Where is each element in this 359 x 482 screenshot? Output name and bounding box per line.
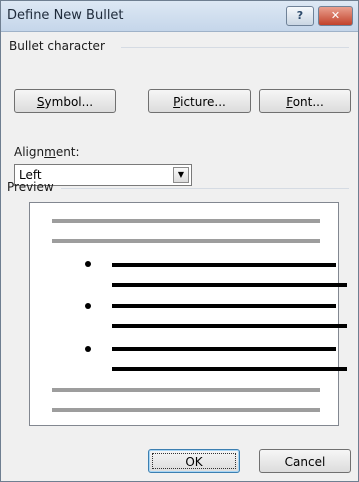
dropdown-arrow-icon[interactable]: ▼ [173, 167, 189, 183]
dialog-title: Define New Bullet [7, 8, 124, 23]
symbol-accelerator: S [36, 95, 45, 109]
help-button[interactable]: ? [286, 6, 314, 26]
preview-rule [52, 408, 320, 412]
preview-group-label: Preview [7, 180, 54, 194]
font-button[interactable]: Font... [259, 89, 351, 113]
group-divider [121, 47, 349, 48]
symbol-button-label: ymbol... [44, 95, 94, 109]
preview-text-line [112, 263, 336, 267]
preview-text-line [112, 347, 336, 351]
preview-text-line [112, 283, 347, 287]
symbol-button[interactable]: Symbol... [14, 89, 116, 113]
bullet-icon [85, 303, 91, 309]
alignment-accelerator: m [44, 145, 56, 159]
picture-button[interactable]: Picture... [148, 89, 251, 113]
define-new-bullet-dialog: Define New Bullet ? ✕ Bullet character S… [0, 0, 359, 482]
title-bar[interactable]: Define New Bullet ? ✕ [1, 1, 358, 32]
ok-button[interactable]: OK [148, 449, 240, 473]
cancel-button[interactable]: Cancel [259, 449, 351, 473]
preview-text-line [112, 324, 347, 328]
close-button[interactable]: ✕ [318, 6, 353, 26]
font-button-label: ont... [292, 95, 324, 109]
picture-button-label: icture... [180, 95, 226, 109]
alignment-label-post: ent: [55, 145, 80, 159]
alignment-label-pre: Align [14, 145, 45, 159]
preview-divider [61, 188, 349, 189]
preview-rule [52, 388, 320, 392]
focus-rect [152, 453, 236, 469]
preview-rule [52, 219, 320, 223]
preview-text-line [112, 367, 347, 371]
bullet-preview [29, 202, 347, 426]
preview-rule [52, 239, 320, 243]
alignment-label: Alignment: [14, 145, 80, 159]
bullet-icon [85, 346, 91, 352]
preview-text-line [112, 304, 336, 308]
bullet-icon [85, 261, 91, 267]
bullet-character-group-label: Bullet character [9, 39, 105, 53]
